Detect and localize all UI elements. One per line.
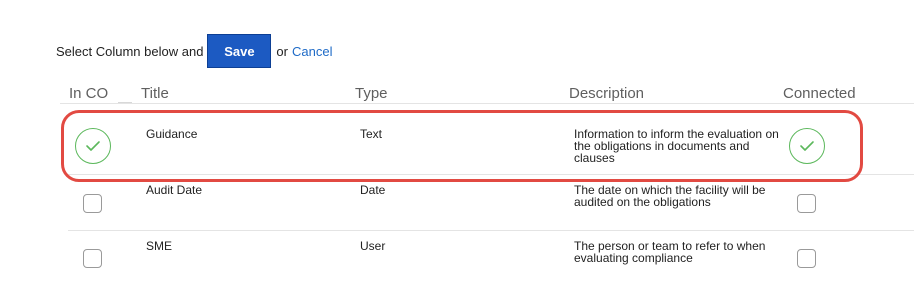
connected-checkbox[interactable] xyxy=(797,194,816,213)
table-header: In CO Title Type Description Connected xyxy=(60,84,914,104)
toolbar-prompt: Select Column below and xyxy=(56,43,204,59)
header-in-co[interactable]: In CO xyxy=(60,84,108,104)
checkmark-icon xyxy=(86,141,100,151)
cancel-link[interactable]: Cancel xyxy=(292,44,332,59)
row-description: The date on which the facility will be a… xyxy=(574,183,766,209)
checkmark-icon xyxy=(800,141,814,151)
header-description[interactable]: Description xyxy=(560,84,644,104)
row-type: User xyxy=(360,239,386,253)
in-co-checkbox[interactable] xyxy=(83,194,102,213)
or-text: or xyxy=(276,43,288,59)
connected-checkbox[interactable] xyxy=(797,249,816,268)
connected-checked-checkbox[interactable] xyxy=(789,128,825,164)
header-connected[interactable]: Connected xyxy=(774,84,856,104)
row-title: SME xyxy=(146,239,173,253)
row-title: Audit Date xyxy=(146,183,203,197)
header-title[interactable]: Title xyxy=(132,84,169,104)
toolbar: Select Column below and Save or Cancel xyxy=(56,34,332,68)
row-title: Guidance xyxy=(146,127,198,141)
row-type: Date xyxy=(360,183,386,197)
save-button[interactable]: Save xyxy=(207,34,272,68)
row-description: The person or team to refer to when eval… xyxy=(574,239,766,265)
in-co-checkbox[interactable] xyxy=(83,249,102,268)
row-description: Information to inform the evaluation on … xyxy=(574,127,779,165)
row-divider xyxy=(68,230,914,231)
in-co-checked-checkbox[interactable] xyxy=(75,128,111,164)
row-divider xyxy=(68,174,914,175)
header-underline xyxy=(60,103,914,104)
header-type[interactable]: Type xyxy=(346,84,388,104)
row-type: Text xyxy=(360,127,383,141)
